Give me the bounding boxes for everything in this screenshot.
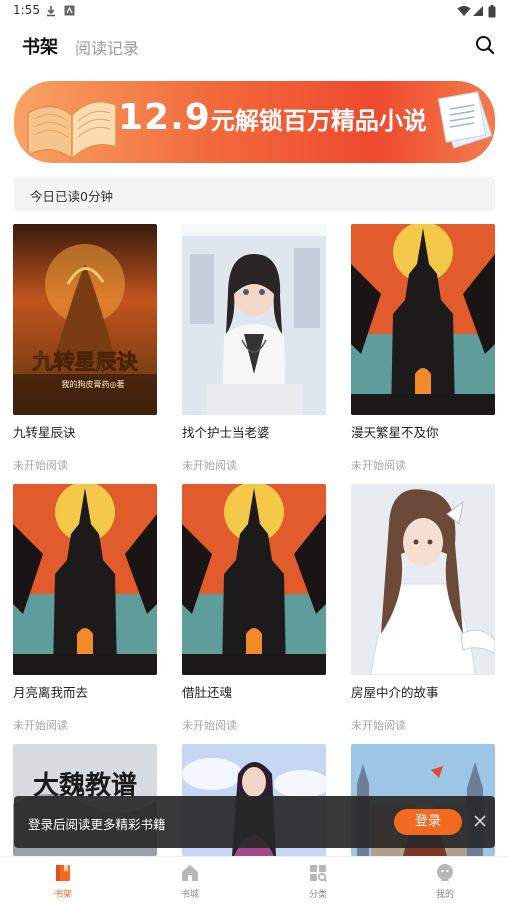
banner-price: 12.9 (118, 97, 211, 138)
login-prompt: 登录后阅读更多精彩书籍 登录 (14, 796, 495, 848)
book-status: 未开始阅读 (13, 459, 68, 472)
book-item[interactable]: 月亮离我而去 未开始阅读 (13, 484, 159, 732)
banner-text: 12.9元解锁百万精品小说 (118, 97, 427, 138)
nav-category[interactable]: 分类 (288, 863, 348, 900)
wifi-icon (457, 6, 471, 16)
paper-stack-icon (437, 91, 493, 149)
book-item[interactable]: 九转星辰诀 我的狗皮膏药◎著 九转星辰诀 未开始阅读 (13, 224, 159, 472)
book-cover[interactable]: 九转星辰诀 我的狗皮膏药◎著 (13, 224, 157, 415)
user-icon (437, 864, 453, 881)
today-reading-time: 今日已读0分钟 (30, 189, 113, 204)
book-status: 未开始阅读 (182, 719, 237, 732)
book-title[interactable]: 房屋中介的故事 (351, 682, 439, 701)
login-prompt-message: 登录后阅读更多精彩书籍 (28, 817, 166, 832)
nav-mine[interactable]: 我的 (415, 863, 475, 900)
home-icon (182, 865, 198, 881)
book-title[interactable]: 月亮离我而去 (13, 682, 88, 701)
status-bar: 1:55 (0, 0, 509, 22)
cover-author: 我的狗皮膏药◎著 (62, 379, 125, 389)
nav-label: 我的 (435, 890, 454, 900)
cover-title: 九转星辰诀 (32, 349, 139, 374)
book-status: 未开始阅读 (13, 719, 68, 732)
book-cover[interactable] (182, 224, 326, 415)
book-title[interactable]: 找个护士当老婆 (182, 422, 270, 441)
book-title[interactable]: 九转星辰诀 (13, 422, 76, 441)
tab-reading-history[interactable]: 阅读记录 (75, 35, 139, 59)
book-item[interactable]: 房屋中介的故事 未开始阅读 (351, 484, 497, 732)
notification-icon (64, 5, 75, 16)
banner-description: 元解锁百万精品小说 (210, 107, 427, 135)
book-status: 未开始阅读 (351, 719, 406, 732)
book-cover[interactable] (182, 484, 326, 675)
header: 书架 阅读记录 (0, 26, 509, 64)
book-item[interactable]: 借肚还魂 未开始阅读 (182, 484, 328, 732)
login-button[interactable]: 登录 (394, 809, 462, 835)
book-cover[interactable] (13, 484, 157, 675)
tab-bookshelf[interactable]: 书架 (22, 33, 58, 59)
nav-label: 分类 (308, 890, 327, 900)
book-cover[interactable] (351, 484, 495, 675)
search-icon[interactable] (474, 34, 496, 56)
book-item[interactable]: 找个护士当老婆 未开始阅读 (182, 224, 328, 472)
book-status: 未开始阅读 (182, 459, 237, 472)
book-item[interactable]: 漫天繁星不及你 未开始阅读 (351, 224, 497, 472)
book-title[interactable]: 借肚还魂 (182, 682, 232, 701)
download-icon (47, 6, 55, 17)
book-status: 未开始阅读 (351, 459, 406, 472)
nav-label: 书城 (180, 890, 199, 900)
close-icon[interactable] (473, 814, 487, 828)
battery-icon (488, 5, 496, 18)
promo-banner[interactable]: 12.9元解锁百万精品小说 (14, 81, 495, 163)
book-cover[interactable] (351, 224, 495, 415)
status-time: 1:55 (13, 3, 40, 17)
bottom-nav: 书架 书城 分类 我的 (0, 856, 509, 904)
bookshelf-icon (56, 865, 70, 881)
signal-icon (473, 6, 483, 16)
category-grid-icon (310, 865, 328, 883)
open-book-icon (27, 100, 117, 161)
nav-bookshelf[interactable]: 书架 (33, 863, 93, 900)
reading-time-bar: 今日已读0分钟 (14, 177, 495, 211)
book-title[interactable]: 漫天繁星不及你 (351, 422, 439, 441)
nav-label: 书架 (53, 890, 72, 900)
nav-bookstore[interactable]: 书城 (160, 863, 220, 900)
